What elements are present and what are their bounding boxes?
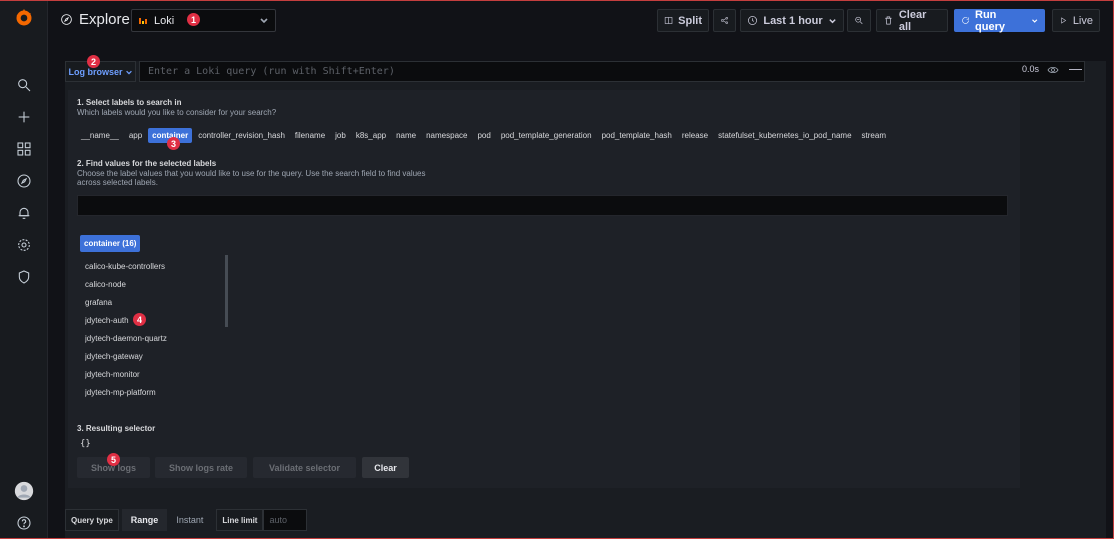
validate-selector-button[interactable]: Validate selector xyxy=(253,457,356,478)
step3-title: 3. Resulting selector xyxy=(77,424,156,433)
time-range-label: Last 1 hour xyxy=(763,14,823,27)
page-title-text: Explore xyxy=(79,11,130,28)
clear-all-label: Clear all xyxy=(898,8,927,33)
query-input[interactable]: Enter a Loki query (run with Shift+Enter… xyxy=(139,61,1085,82)
label-chip[interactable]: filename xyxy=(291,128,329,143)
label-chip[interactable]: __name__ xyxy=(77,128,123,143)
loki-logo-icon xyxy=(138,16,148,26)
grafana-logo-icon[interactable] xyxy=(12,6,36,30)
label-chip[interactable]: job xyxy=(331,128,350,143)
label-chip[interactable]: pod xyxy=(473,128,494,143)
remove-query-button[interactable]: — xyxy=(1069,61,1082,76)
label-chip[interactable]: k8s_app xyxy=(352,128,390,143)
label-chip[interactable]: pod_template_generation xyxy=(497,128,596,143)
log-browser-panel: 1. Select labels to search in Which labe… xyxy=(68,90,1020,488)
chevron-down-icon xyxy=(259,15,269,25)
label-chip[interactable]: namespace xyxy=(422,128,471,143)
list-item[interactable]: grafana xyxy=(85,293,227,311)
trash-icon xyxy=(885,16,892,25)
share-icon xyxy=(721,17,728,24)
values-scrollbar[interactable] xyxy=(225,255,228,327)
split-button[interactable]: Split xyxy=(657,9,709,32)
list-item[interactable]: calico-node xyxy=(85,275,227,293)
top-bar: Explore Loki 1 Split Last 1 hour Clear a… xyxy=(48,0,1114,40)
label-chip[interactable]: stream xyxy=(858,128,890,143)
query-row: Log browser 2 Enter a Loki query (run wi… xyxy=(65,55,1106,539)
zoom-out-icon xyxy=(855,16,863,25)
chevron-down-icon xyxy=(1031,19,1037,23)
label-chip[interactable]: controller_revision_hash xyxy=(194,128,289,143)
line-limit-label: Line limit xyxy=(216,509,264,531)
list-item[interactable]: jdytech-monitor xyxy=(85,365,227,383)
list-item[interactable]: jdytech-gateway xyxy=(85,347,227,365)
time-picker-button[interactable]: Last 1 hour xyxy=(740,9,844,32)
label-chip[interactable]: statefulset_kubernetes_io_pod_name xyxy=(714,128,855,143)
avatar[interactable] xyxy=(12,479,36,503)
value-search-input[interactable] xyxy=(77,195,1008,216)
datasource-picker[interactable]: Loki xyxy=(131,9,276,32)
step1-desc: Which labels would you like to consider … xyxy=(77,108,277,117)
annotation-badge: 4 xyxy=(133,313,146,326)
live-label: Live xyxy=(1072,14,1093,27)
split-icon xyxy=(664,17,673,24)
instant-option[interactable]: Instant xyxy=(167,509,212,531)
values-list-header: container (16) xyxy=(80,235,141,252)
step2-title: 2. Find values for the selected labels xyxy=(77,159,217,168)
chevron-down-icon xyxy=(125,70,132,74)
step2-desc: Choose the label values that you would l… xyxy=(77,169,426,187)
run-query-label: Run query xyxy=(975,8,1005,33)
sidebar xyxy=(0,0,48,539)
search-icon[interactable] xyxy=(12,73,36,97)
refresh-icon xyxy=(962,17,969,24)
split-label: Split xyxy=(678,14,702,27)
query-options-row: Query type Range Instant Line limit auto xyxy=(65,509,308,531)
resulting-selector: {} xyxy=(80,439,91,449)
log-browser-button[interactable]: Log browser xyxy=(65,61,136,82)
values-list: calico-kube-controllers calico-node graf… xyxy=(85,257,227,401)
annotation-badge: 3 xyxy=(167,137,180,150)
shield-icon[interactable] xyxy=(12,265,36,289)
line-limit-input[interactable]: auto xyxy=(263,509,308,531)
gear-icon[interactable] xyxy=(12,233,36,257)
chevron-down-icon xyxy=(828,19,836,24)
label-chip[interactable]: release xyxy=(678,128,712,143)
query-duration: 0.0s xyxy=(1022,64,1040,74)
zoom-out-button[interactable] xyxy=(847,9,871,32)
compass-icon xyxy=(61,14,72,25)
compass-icon[interactable] xyxy=(12,169,36,193)
query-type-label: Query type xyxy=(65,509,119,531)
dashboards-icon[interactable] xyxy=(12,137,36,161)
annotation-badge: 2 xyxy=(87,55,100,68)
clear-button[interactable]: Clear xyxy=(362,457,409,478)
annotation-badge: 1 xyxy=(187,13,200,26)
list-item[interactable]: jdytech-auth xyxy=(85,311,227,329)
share-button[interactable] xyxy=(713,9,736,32)
show-logs-rate-button[interactable]: Show logs rate xyxy=(155,457,247,478)
step1-title: 1. Select labels to search in xyxy=(77,98,182,107)
run-query-button[interactable]: Run query xyxy=(954,8,1045,33)
list-item[interactable]: jdytech-mp-platform xyxy=(85,383,227,401)
annotation-badge: 5 xyxy=(107,453,120,466)
clock-icon xyxy=(748,16,758,25)
help-icon[interactable] xyxy=(12,511,36,535)
label-chip[interactable]: app xyxy=(125,128,146,143)
live-button[interactable]: Live xyxy=(1052,9,1100,32)
label-chip[interactable]: name xyxy=(392,128,420,143)
bell-icon[interactable] xyxy=(12,201,36,225)
labels-list: __name__ app container controller_revisi… xyxy=(77,128,892,143)
eye-icon[interactable] xyxy=(1047,63,1061,77)
plus-icon[interactable] xyxy=(12,105,36,129)
log-browser-label: Log browser xyxy=(68,66,123,77)
clear-all-button[interactable]: Clear all xyxy=(876,8,948,33)
list-item[interactable]: jdytech-daemon-quartz xyxy=(85,329,227,347)
page-title: Explore xyxy=(60,11,130,28)
label-chip[interactable]: pod_template_hash xyxy=(598,128,676,143)
range-option[interactable]: Range xyxy=(121,509,168,531)
list-item[interactable]: calico-kube-controllers xyxy=(85,257,227,275)
datasource-name: Loki xyxy=(154,14,175,27)
play-icon xyxy=(1061,17,1067,24)
